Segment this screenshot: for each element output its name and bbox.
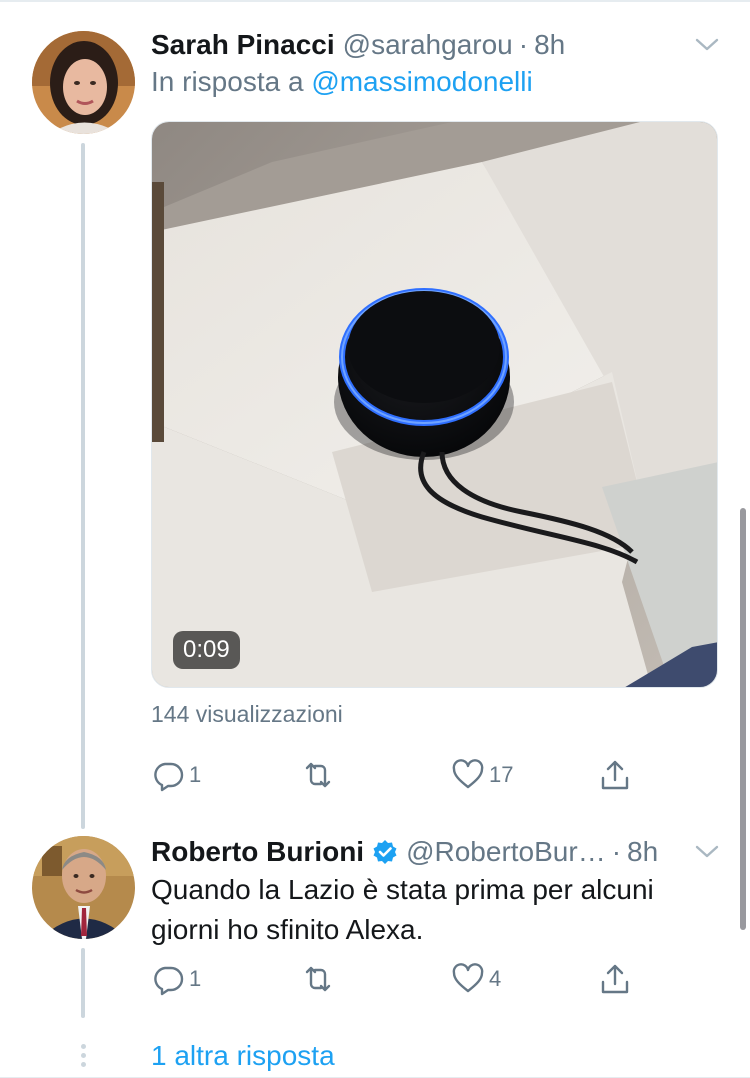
share-button[interactable]: [598, 962, 632, 996]
reply-count: 1: [189, 762, 202, 787]
separator: ·: [611, 836, 622, 867]
tweet-header: Roberto Burioni @RobertoBur… · 8h: [151, 832, 658, 872]
scrollbar[interactable]: [740, 508, 746, 930]
avatar[interactable]: [32, 31, 135, 134]
view-count: 144 visualizzazioni: [151, 701, 343, 727]
like-icon: [452, 759, 484, 789]
reply-icon: [154, 762, 184, 792]
tweet-header: Sarah Pinacci @sarahgarou · 8h: [151, 25, 565, 65]
user-handle[interactable]: @RobertoBur…: [406, 836, 606, 868]
video-thumbnail: [152, 122, 717, 687]
reply-icon: [154, 966, 184, 996]
chevron-down-icon[interactable]: [694, 838, 720, 864]
display-name[interactable]: Roberto Burioni: [151, 836, 364, 868]
reply-mention[interactable]: @massimodonelli: [311, 66, 532, 97]
top-divider: [0, 0, 750, 2]
separator: ·: [518, 29, 529, 60]
reply-button[interactable]: 1: [151, 962, 201, 996]
share-icon: [601, 964, 629, 994]
like-count: 17: [489, 762, 514, 787]
retweet-button[interactable]: [301, 962, 339, 996]
timestamp[interactable]: 8h: [534, 29, 565, 61]
reply-prefix: In risposta a: [151, 66, 304, 97]
video-player[interactable]: 0:09: [151, 121, 718, 688]
reply-context: In risposta a @massimodonelli: [151, 66, 533, 98]
video-duration-badge: 0:09: [173, 631, 240, 669]
like-button[interactable]: 17: [451, 758, 513, 792]
like-icon: [452, 963, 484, 993]
thread-connector: [81, 143, 85, 829]
thread-connector: [81, 948, 85, 1018]
retweet-icon: [305, 762, 331, 788]
like-button[interactable]: 4: [451, 962, 501, 996]
timestamp[interactable]: 8h: [627, 836, 658, 868]
reply-button[interactable]: 1: [151, 758, 201, 792]
more-replies-link[interactable]: 1 altra risposta: [151, 1040, 335, 1072]
tweet-text: Quando la Lazio è stata prima per alcuni…: [151, 874, 654, 945]
like-count: 4: [489, 966, 502, 991]
verified-badge-icon: [373, 840, 397, 864]
chevron-down-icon[interactable]: [694, 31, 720, 57]
thread-more-dots: [79, 1044, 87, 1070]
share-button[interactable]: [598, 758, 632, 792]
retweet-button[interactable]: [301, 758, 339, 792]
retweet-icon: [305, 966, 331, 992]
avatar[interactable]: [32, 836, 135, 939]
display-name[interactable]: Sarah Pinacci: [151, 29, 335, 61]
user-handle[interactable]: @sarahgarou: [343, 29, 513, 61]
reply-count: 1: [189, 966, 202, 991]
share-icon: [601, 760, 629, 790]
